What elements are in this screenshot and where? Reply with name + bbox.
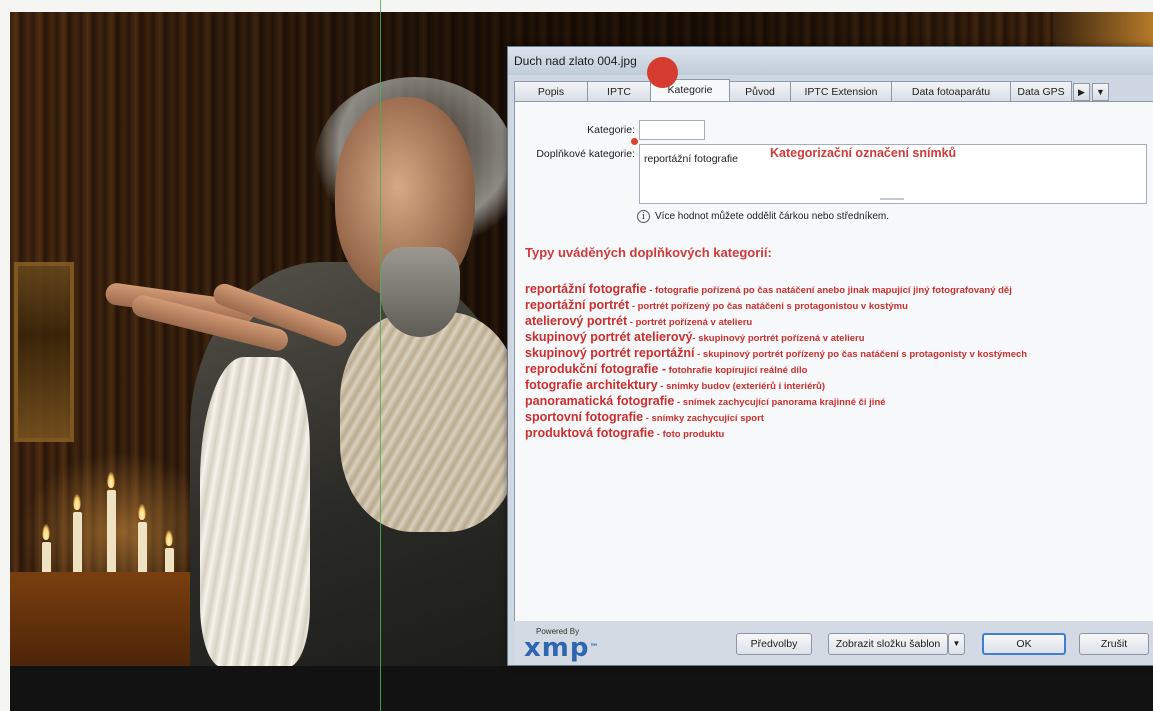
list-item: sportovní fotografie - snímky zachycujíc… [525,410,1145,426]
tab-popis[interactable]: Popis [514,81,588,101]
dialog-footer: Powered By xmp™ Předvolby Zobrazit složk… [514,621,1153,665]
types-list: reportážní fotografie - fotografie poříz… [525,282,1145,442]
list-item: skupinový portrét atelierový- skupinový … [525,330,1145,346]
predvolby-button[interactable]: Předvolby [736,633,812,655]
list-item: panoramatická fotografie - snímek zachyc… [525,394,1145,410]
trademark-mark: ™ [589,643,600,653]
type-name: panoramatická fotografie [525,394,675,408]
type-desc: - skupinový portrét pořízený po čas natá… [694,349,1028,360]
list-item: produktová fotografie - foto produktu [525,426,1145,442]
xmp-wordmark: xmp [524,633,590,663]
type-name: produktová fotografie [525,426,655,440]
doplnkove-kategorie-label: Doplňkové kategorie: [536,148,635,160]
type-desc: - snímek zachycující panorama krajinné č… [674,397,886,408]
ok-button[interactable]: OK [982,633,1066,655]
type-desc: - skupinový portrét pořízená v atelieru [692,333,865,344]
candle-flame [165,530,173,546]
list-item: skupinový portrét reportážní - skupinový… [525,346,1145,362]
zobrazit-dropdown-icon[interactable]: ▼ [948,633,965,655]
resize-grip[interactable] [880,198,904,200]
candle [107,490,116,575]
xmp-logo-text: xmp™ [524,633,600,663]
hint-text: Více hodnot můžete oddělit čárkou nebo s… [655,211,890,222]
dialog-title[interactable]: Duch nad zlato 004.jpg [508,47,1153,75]
list-item: atelierový portrét - portrét pořízená v … [525,314,1145,330]
lace-cuff [200,357,310,667]
tab-iptc[interactable]: IPTC [587,81,651,101]
list-item: reportážní portrét - portrét pořízený po… [525,298,1145,314]
type-desc: - foto produktu [654,429,725,440]
kategorie-input[interactable] [639,120,705,140]
info-icon: i [637,210,650,223]
green-guide-line [380,0,381,711]
kategorie-panel: Kategorie: Doplňkové kategorie: reportáž… [514,101,1153,621]
tab-data-fotoaparatu[interactable]: Data fotoaparátu [891,81,1011,101]
xmp-logo: Powered By xmp™ [524,627,600,663]
type-name: reprodukční fotografie - [525,362,666,376]
type-desc: - snímky zachycující sport [643,413,764,424]
person-sleeve [340,312,520,532]
list-item: reprodukční fotografie - fotohrafie kopí… [525,362,1145,378]
candle-flame [107,472,115,488]
doplnkove-kategorie-value: reportážní fotografie [644,153,738,165]
list-item: reportážní fotografie - fotografie poříz… [525,282,1145,298]
tab-puvod[interactable]: Původ [729,81,791,101]
annotation-text: Kategorizační označení snímků [770,146,957,160]
doplnkove-kategorie-field[interactable]: reportážní fotografie Kategorizační ozna… [639,144,1147,204]
list-item: fotografie architektury - snímky budov (… [525,378,1145,394]
type-name: skupinový portrét atelierový [525,330,693,344]
type-name: fotografie architektury [525,378,658,392]
tab-menu-icon[interactable]: ▼ [1092,83,1109,101]
zobrazit-slozku-sablon-button[interactable]: Zobrazit složku šablon [828,633,948,655]
tab-scroll-right-icon[interactable]: ▶ [1073,83,1090,101]
types-heading: Typy uváděných doplňkových kategorií: [525,245,772,260]
tab-data-gps[interactable]: Data GPS [1010,81,1072,101]
kategorie-label: Kategorie: [587,124,635,136]
person-beard [380,247,460,337]
type-desc: - portrét pořízená v atelieru [627,317,753,328]
type-desc: - portrét pořízený po čas natáčení s pro… [629,301,908,312]
pointer-marker [631,138,638,145]
type-desc: - snímky budov (exteriérů i interiérů) [657,381,826,392]
tab-bar: Popis IPTC Kategorie Původ IPTC Extensio… [514,79,1153,101]
file-info-dialog: Duch nad zlato 004.jpg Popis IPTC Katego… [507,46,1153,666]
type-desc: - fotografie pořízená po čas natáčení an… [646,285,1012,296]
type-desc: fotohrafie kopírující reálné dílo [665,365,808,376]
candle-flame [73,494,81,510]
candle-flame [42,524,50,540]
candle-flame [138,504,146,520]
type-name: sportovní fotografie [525,410,644,424]
type-name: atelierový portrét [525,314,628,328]
recording-indicator [647,57,678,88]
photo-bottom-bar [10,666,1153,711]
type-name: skupinový portrét reportážní [525,346,695,360]
tab-iptc-extension[interactable]: IPTC Extension [790,81,892,101]
hint-row: i Více hodnot můžete oddělit čárkou nebo… [637,210,889,223]
zrusit-button[interactable]: Zrušit [1079,633,1149,655]
type-name: reportážní portrét [525,298,630,312]
wall-painting [14,262,74,442]
type-name: reportážní fotografie [525,282,647,296]
